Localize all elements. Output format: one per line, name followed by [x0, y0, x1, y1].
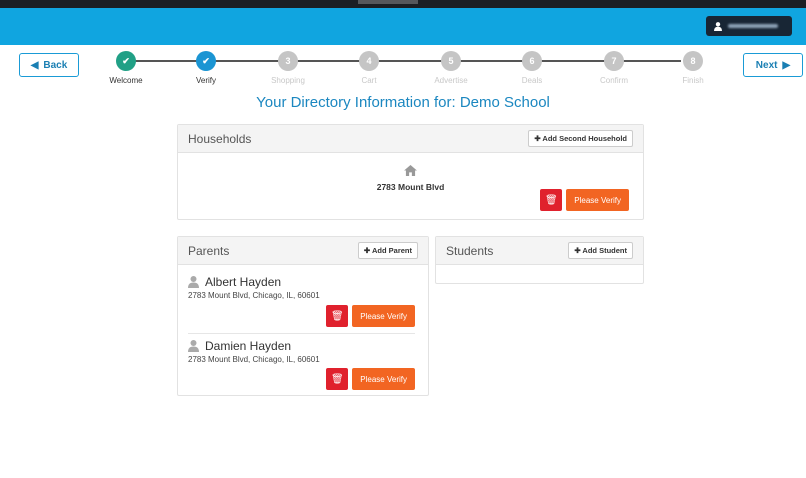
step-number: 7	[604, 51, 624, 71]
households-body: 2783 Mount Blvd 🗑 Please Verify	[178, 153, 643, 219]
user-name-redacted	[728, 24, 778, 28]
parent-actions: 🗑 Please Verify	[326, 368, 415, 390]
step-label: Welcome	[109, 76, 143, 85]
home-icon	[404, 165, 417, 176]
trash-icon: 🗑	[544, 194, 558, 206]
top-navbar	[0, 8, 806, 45]
students-title: Students	[446, 243, 494, 258]
trash-icon: 🗑	[330, 373, 344, 385]
step-label: Shopping	[271, 76, 305, 85]
add-second-household-button[interactable]: ✚ Add Second Household	[528, 130, 633, 147]
user-icon	[714, 21, 722, 31]
step-label: Advertise	[434, 76, 468, 85]
parent-address: 2783 Mount Blvd, Chicago, IL, 60601	[188, 355, 320, 364]
verify-parent-button[interactable]: Please Verify	[352, 368, 415, 390]
plus-icon: ✚	[363, 246, 372, 255]
step-advertise: 5 Advertise	[421, 51, 481, 85]
divider	[188, 333, 415, 334]
window-notch	[358, 0, 418, 4]
chevron-left-icon: ◀	[30, 59, 39, 71]
household-actions: 🗑 Please Verify	[540, 189, 629, 211]
step-verify: ✔ Verify	[176, 51, 236, 85]
step-confirm: 7 Confirm	[584, 51, 644, 85]
user-menu-button[interactable]	[706, 16, 792, 36]
step-number: 3	[278, 51, 298, 71]
households-header: Households ✚ Add Second Household	[178, 125, 643, 153]
delete-parent-button[interactable]: 🗑	[326, 305, 349, 327]
step-number: 8	[683, 51, 703, 71]
households-title: Households	[188, 131, 252, 146]
parent-name: Albert Hayden	[205, 275, 282, 289]
step-number: 5	[441, 51, 461, 71]
user-icon	[188, 340, 199, 352]
next-button-label: Next	[755, 59, 778, 71]
delete-household-button[interactable]: 🗑	[540, 189, 563, 211]
window-top-strip	[0, 0, 806, 8]
parents-header: Parents ✚ Add Parent	[178, 237, 428, 265]
parents-title: Parents	[188, 243, 230, 258]
students-header: Students ✚ Add Student	[436, 237, 643, 265]
households-panel: Households ✚ Add Second Household 2783 M…	[177, 124, 644, 220]
list-item: Albert Hayden 2783 Mount Blvd, Chicago, …	[188, 275, 320, 300]
step-label: Cart	[361, 76, 377, 85]
add-household-label: Add Second Household	[542, 134, 627, 143]
step-shopping: 3 Shopping	[258, 51, 318, 85]
add-parent-label: Add Parent	[371, 246, 412, 255]
step-label: Verify	[195, 76, 216, 85]
add-parent-button[interactable]: ✚ Add Parent	[357, 242, 418, 259]
parents-list: Albert Hayden 2783 Mount Blvd, Chicago, …	[178, 265, 428, 395]
step-label: Finish	[682, 76, 704, 85]
list-item: Damien Hayden 2783 Mount Blvd, Chicago, …	[188, 339, 320, 364]
add-student-label: Add Student	[582, 246, 627, 255]
parents-panel: Parents ✚ Add Parent Albert Hayden 2783 …	[177, 236, 429, 396]
parent-name-row: Albert Hayden	[188, 275, 320, 289]
verify-household-button[interactable]: Please Verify	[566, 189, 629, 211]
trash-icon: 🗑	[330, 310, 344, 322]
step-number: 6	[522, 51, 542, 71]
back-button-label: Back	[43, 59, 68, 71]
step-cart: 4 Cart	[339, 51, 399, 85]
parent-name: Damien Hayden	[205, 339, 292, 353]
user-icon	[188, 276, 199, 288]
step-welcome: ✔ Welcome	[96, 51, 156, 85]
back-button[interactable]: ◀ Back	[19, 53, 79, 77]
check-icon: ✔	[116, 51, 136, 71]
step-finish: 8 Finish	[663, 51, 723, 85]
page-title: Your Directory Information for: Demo Sch…	[256, 94, 550, 111]
parent-name-row: Damien Hayden	[188, 339, 320, 353]
step-number: 4	[359, 51, 379, 71]
step-deals: 6 Deals	[502, 51, 562, 85]
parent-address: 2783 Mount Blvd, Chicago, IL, 60601	[188, 291, 320, 300]
check-icon: ✔	[196, 51, 216, 71]
add-student-button[interactable]: ✚ Add Student	[568, 242, 633, 259]
step-label: Confirm	[599, 76, 628, 85]
verify-parent-button[interactable]: Please Verify	[352, 305, 415, 327]
chevron-right-icon: ▶	[782, 59, 791, 71]
delete-parent-button[interactable]: 🗑	[326, 368, 349, 390]
household-entry: 2783 Mount Blvd	[178, 163, 643, 192]
parent-actions: 🗑 Please Verify	[326, 305, 415, 327]
next-button[interactable]: Next ▶	[743, 53, 803, 77]
students-panel: Students ✚ Add Student	[435, 236, 644, 284]
step-label: Deals	[521, 76, 543, 85]
